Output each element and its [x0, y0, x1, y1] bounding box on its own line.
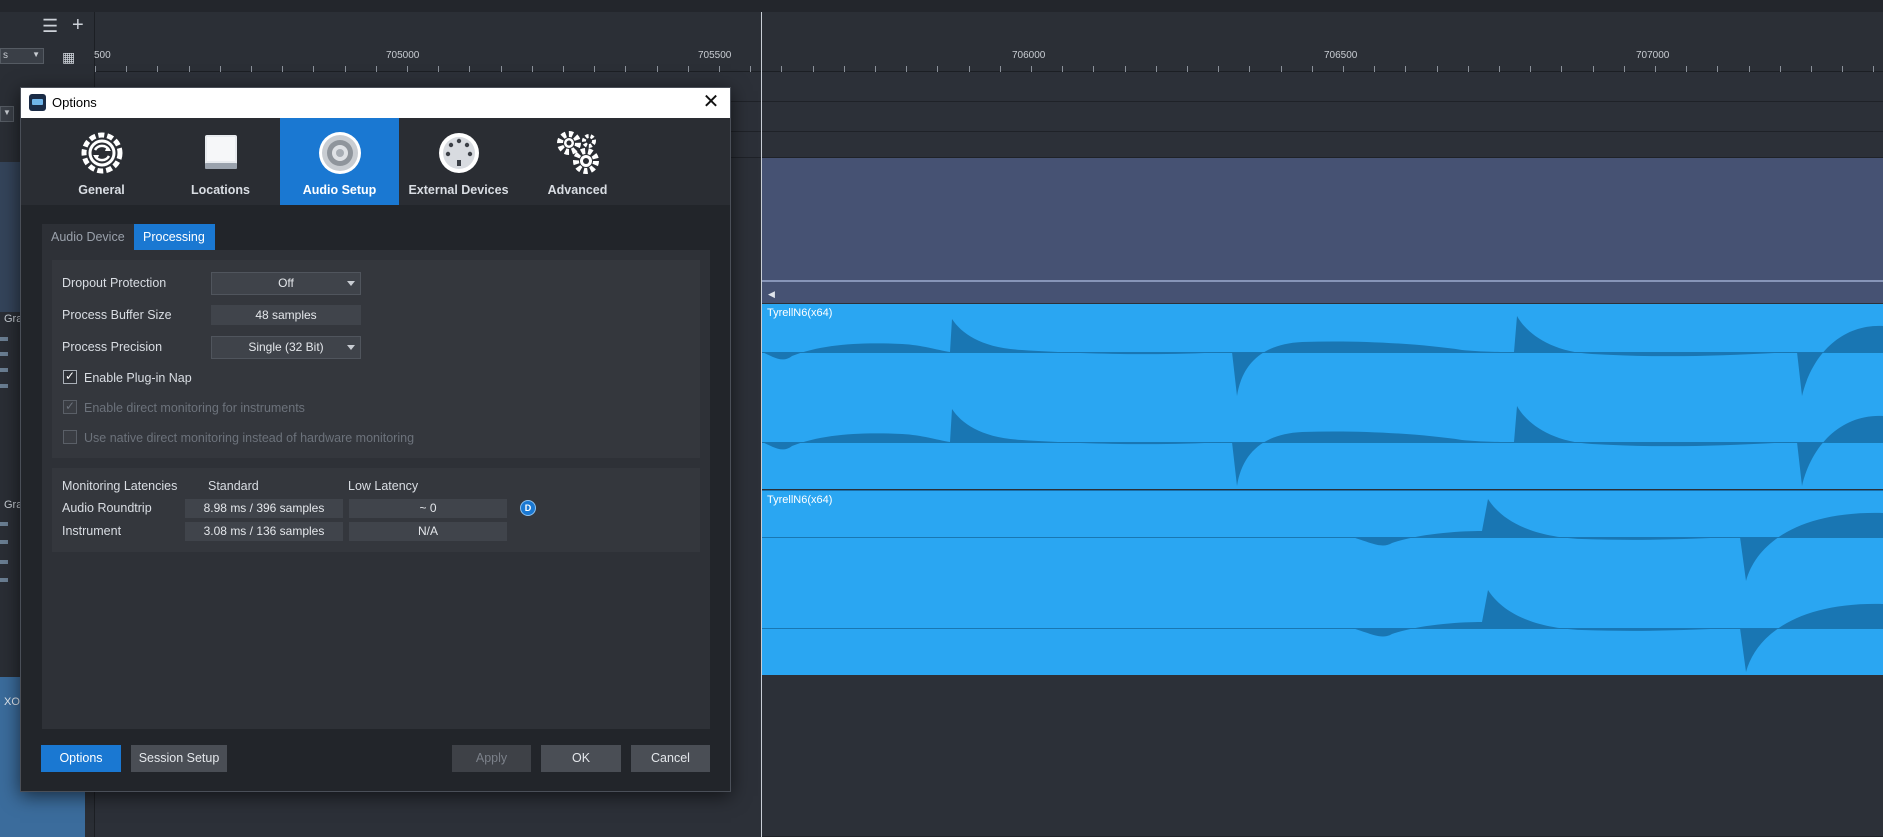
- buffer-size-field[interactable]: 48 samples: [211, 305, 361, 325]
- processing-panel: Dropout Protection Off Process Buffer Si…: [42, 250, 710, 729]
- waveform: [762, 499, 1883, 672]
- standard-column-header: Standard: [208, 479, 259, 493]
- track-dropdown[interactable]: s ▼: [0, 48, 44, 64]
- ruler-label: 705500: [698, 50, 732, 61]
- grid-view-icon[interactable]: ▦: [62, 47, 75, 67]
- chevron-down-icon: [347, 345, 355, 350]
- hard-drive-icon: [205, 135, 237, 169]
- process-precision-label: Process Precision: [62, 340, 163, 354]
- dropout-info-badge[interactable]: D: [520, 500, 536, 516]
- latency-row-label: Audio Roundtrip: [62, 501, 152, 515]
- close-icon[interactable]: ✕: [698, 90, 724, 116]
- ruler-label: 705000: [386, 50, 420, 61]
- chevron-down-icon: ▼: [3, 108, 11, 117]
- timeline-ruler[interactable]: [95, 12, 1883, 72]
- top-strip: [0, 0, 1883, 12]
- speaker-icon: ◀: [768, 289, 775, 299]
- track-meter: [0, 522, 8, 526]
- tab-audio-device[interactable]: Audio Device: [42, 224, 134, 250]
- chevron-down-icon: [347, 281, 355, 286]
- native-monitoring-label: Use native direct monitoring instead of …: [84, 431, 415, 445]
- monitoring-latencies-group: Monitoring Latencies Standard Low Latenc…: [52, 468, 700, 552]
- direct-monitoring-label: Enable direct monitoring for instruments: [84, 401, 305, 415]
- chevron-down-icon: ▼: [32, 50, 40, 59]
- app-logo-icon: [29, 94, 46, 111]
- latency-low-value: N/A: [349, 522, 507, 541]
- latencies-header: Monitoring Latencies: [62, 479, 178, 493]
- track-meter: [0, 368, 8, 372]
- dialog-body: Audio Device Processing Dropout Protecti…: [21, 205, 730, 791]
- track-lane: [762, 675, 1883, 837]
- category-label: External Devices: [408, 183, 509, 197]
- track-dropdown-value: s: [3, 50, 8, 61]
- dropout-protection-select[interactable]: Off: [211, 272, 361, 295]
- plugin-nap-label: Enable Plug-in Nap: [84, 371, 192, 385]
- latency-row-label: Instrument: [62, 524, 122, 538]
- refresh-gear-icon: [81, 132, 123, 174]
- track-meter: [0, 578, 8, 582]
- dialog-title: Options: [52, 95, 97, 110]
- track-meter: [0, 560, 8, 564]
- track-meter: [0, 352, 8, 356]
- playhead-cursor[interactable]: [761, 12, 762, 837]
- apply-button[interactable]: Apply: [452, 745, 531, 772]
- options-button[interactable]: Options: [41, 745, 121, 772]
- audio-clip[interactable]: TyrellN6(x64): [762, 304, 1883, 489]
- category-label: Locations: [190, 183, 251, 197]
- waveform: [762, 316, 1883, 486]
- options-dialog: Options ✕ General Locations Audio Setup …: [20, 87, 731, 792]
- plus-icon[interactable]: +: [72, 15, 84, 35]
- process-precision-select[interactable]: Single (32 Bit): [211, 336, 361, 359]
- track-dropdown-2[interactable]: ▼: [0, 106, 14, 122]
- native-monitoring-checkbox[interactable]: [63, 430, 77, 444]
- midi-connector-icon: [439, 133, 479, 173]
- processing-settings-group: Dropout Protection Off Process Buffer Si…: [52, 260, 700, 458]
- gears-icon: [557, 131, 599, 174]
- category-locations[interactable]: Locations: [161, 118, 280, 205]
- process-precision-value: Single (32 Bit): [248, 340, 324, 354]
- audio-clip[interactable]: TyrellN6(x64): [762, 490, 1883, 675]
- dialog-titlebar[interactable]: Options ✕: [21, 88, 730, 118]
- category-external-devices[interactable]: External Devices: [399, 118, 518, 205]
- tab-processing[interactable]: Processing: [134, 224, 215, 250]
- track-label: XO: [4, 696, 20, 708]
- category-label: Audio Setup: [302, 183, 377, 197]
- latency-standard-value: 8.98 ms / 396 samples: [185, 499, 343, 518]
- category-bar: General Locations Audio Setup External D…: [21, 118, 730, 205]
- automation-line[interactable]: [762, 280, 1883, 282]
- category-general[interactable]: General: [42, 118, 161, 205]
- speaker-cone-icon: [319, 132, 361, 174]
- track-meter: [0, 540, 8, 544]
- ok-button[interactable]: OK: [541, 745, 621, 772]
- low-latency-column-header: Low Latency: [348, 479, 419, 493]
- list-icon[interactable]: ☰: [42, 16, 58, 36]
- dropout-protection-label: Dropout Protection: [62, 276, 167, 290]
- track-meter: [0, 337, 8, 341]
- category-advanced[interactable]: Advanced: [518, 118, 637, 205]
- plugin-nap-checkbox[interactable]: [63, 369, 77, 384]
- dropout-protection-value: Off: [278, 276, 294, 290]
- ruler-label: 706500: [1324, 50, 1358, 61]
- ruler-label: 500: [94, 50, 111, 61]
- buffer-size-label: Process Buffer Size: [62, 308, 172, 322]
- session-setup-button[interactable]: Session Setup: [131, 745, 227, 772]
- latency-low-value: ~ 0: [349, 499, 507, 518]
- direct-monitoring-checkbox[interactable]: [63, 399, 77, 414]
- track-meter: [0, 384, 8, 388]
- latency-standard-value: 3.08 ms / 136 samples: [185, 522, 343, 541]
- cancel-button[interactable]: Cancel: [631, 745, 710, 772]
- ruler-label: 707000: [1636, 50, 1670, 61]
- category-label: General: [78, 183, 125, 197]
- category-label: Advanced: [547, 183, 608, 197]
- ruler-label: 706000: [1012, 50, 1046, 61]
- category-audio-setup[interactable]: Audio Setup: [280, 118, 399, 205]
